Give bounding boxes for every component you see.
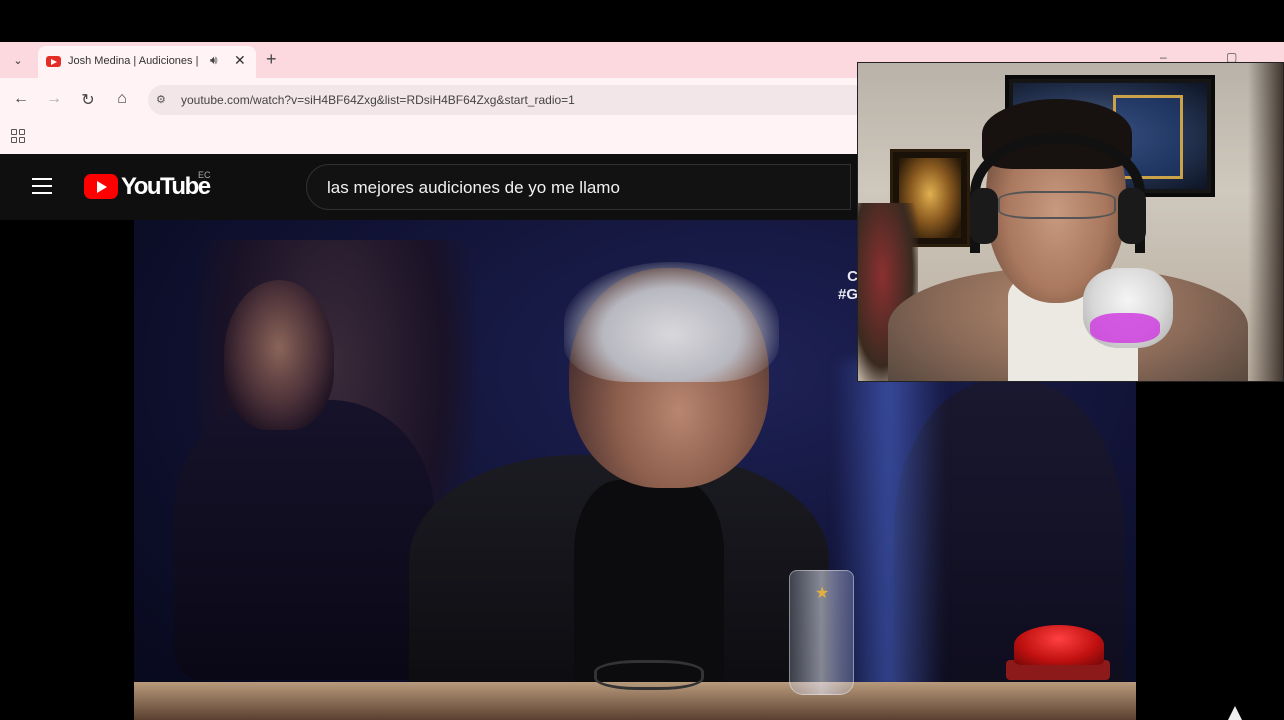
tab-close-button[interactable]: ✕ xyxy=(234,52,246,69)
star-icon: ★ xyxy=(815,585,830,602)
url-text[interactable]: youtube.com/watch?v=siH4BF64Zxg&list=RDs… xyxy=(181,93,575,107)
top-black-strip xyxy=(0,0,1284,42)
speaker-icon[interactable]: 🔊︎ xyxy=(210,53,218,68)
streamer-webcam xyxy=(857,62,1284,382)
apps-grid-icon[interactable] xyxy=(11,129,27,145)
search-input[interactable]: las mejores audiciones de yo me llamo xyxy=(306,164,851,210)
back-button[interactable]: ← xyxy=(11,90,31,108)
reload-button[interactable]: ↻ xyxy=(78,90,98,110)
forward-button[interactable]: → xyxy=(44,90,64,108)
youtube-wordmark[interactable]: YouTube xyxy=(121,173,211,201)
water-glass: ★ xyxy=(789,570,854,695)
mouse-cursor-icon xyxy=(1228,706,1242,720)
country-code: EC xyxy=(198,170,211,180)
browser-tab-active[interactable]: Josh Medina | Audiciones | 🔊︎ ✕ xyxy=(38,46,256,78)
tab-title: Josh Medina | Audiciones | xyxy=(68,55,198,67)
eyeglasses-on-desk xyxy=(594,660,704,690)
microphone-light xyxy=(1090,313,1160,343)
audience-member-body xyxy=(174,400,434,680)
headphone-earcup-left xyxy=(970,188,998,244)
tab-search-button[interactable]: ⌄ xyxy=(8,51,28,71)
menu-icon[interactable] xyxy=(32,178,52,194)
judge-hair xyxy=(564,262,779,382)
audience-member xyxy=(224,280,334,430)
new-tab-button[interactable]: + xyxy=(266,49,277,70)
address-bar[interactable]: ⚙︎ youtube.com/watch?v=siH4BF64Zxg&list=… xyxy=(148,85,868,115)
headphone-earcup-right xyxy=(1118,188,1146,244)
youtube-favicon-icon xyxy=(46,56,61,67)
red-buzzer xyxy=(1014,625,1104,665)
search-query[interactable]: las mejores audiciones de yo me llamo xyxy=(327,178,620,198)
video-overlay-text: C #G xyxy=(837,268,858,303)
home-button[interactable]: ⌂ xyxy=(112,90,132,108)
tune-icon[interactable]: ⚙︎ xyxy=(156,93,166,106)
youtube-logo-icon[interactable] xyxy=(84,174,118,199)
webcam-edge-shadow xyxy=(1248,63,1283,381)
